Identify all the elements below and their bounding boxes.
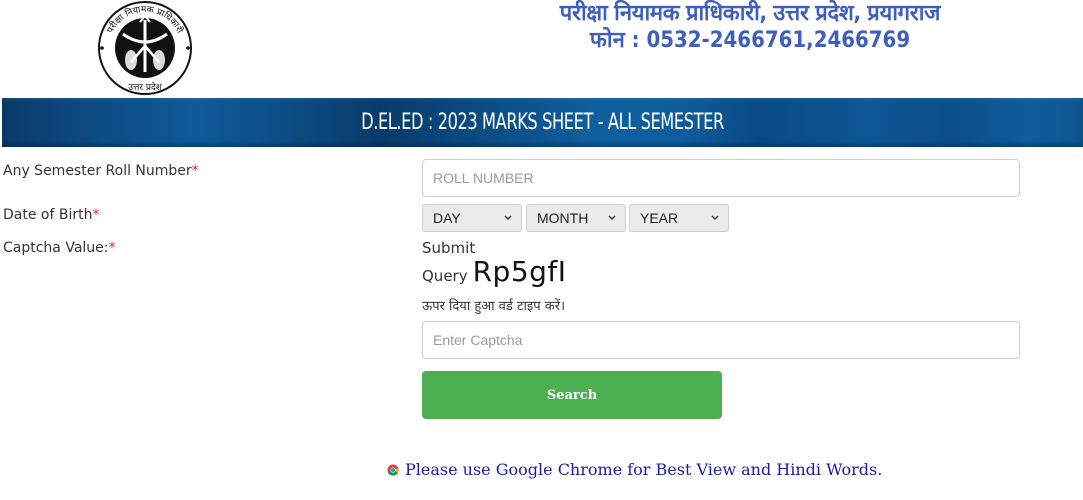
page-title: D.EL.ED : 2023 MARKS SHEET - ALL SEMESTE…: [361, 110, 724, 135]
month-select-value: MONTH: [537, 210, 589, 226]
browser-note: Please use Google Chrome for Best View a…: [387, 460, 882, 479]
browser-note-text: Please use Google Chrome for Best View a…: [405, 460, 883, 479]
phone-number: फोन : 0532-2466761,2466769: [589, 28, 911, 53]
roll-number-label-text: Any Semester Roll Number: [3, 163, 192, 179]
roll-number-label: Any Semester Roll Number*: [3, 163, 199, 179]
marksheet-page: परीक्षा नियामक प्राधिकारी उत्तर प्रदेश प…: [0, 0, 1083, 500]
dob-label: Date of Birth*: [3, 207, 99, 223]
uttar-pradesh-emblem-icon: परीक्षा नियामक प्राधिकारी उत्तर प्रदेश: [98, 1, 192, 95]
search-button[interactable]: Search: [422, 371, 722, 419]
captcha-label-text: Captcha Value:: [3, 240, 109, 256]
chrome-icon: [387, 464, 399, 476]
year-select-value: YEAR: [640, 210, 679, 226]
title-banner: D.EL.ED : 2023 MARKS SHEET - ALL SEMESTE…: [2, 98, 1083, 147]
org-name: परीक्षा नियामक प्राधिकारी, उत्तर प्रदेश,…: [559, 1, 941, 26]
captcha-display: Query Rp5gfI: [422, 255, 567, 288]
required-mark: *: [108, 240, 116, 256]
year-select[interactable]: YEAR: [629, 204, 729, 232]
dob-label-text: Date of Birth: [3, 207, 93, 223]
chevron-down-icon: [711, 215, 719, 220]
required-mark: *: [92, 207, 100, 223]
day-select[interactable]: DAY: [422, 204, 522, 232]
chevron-down-icon: [504, 215, 512, 220]
required-mark: *: [191, 163, 199, 179]
captcha-input[interactable]: [422, 321, 1020, 359]
month-select[interactable]: MONTH: [526, 204, 626, 232]
logo-bottom-text: उत्तर प्रदेश: [128, 81, 163, 93]
captcha-hint: ऊपर दिया हुआ वर्ड टाइप करें।: [422, 299, 566, 314]
chevron-down-icon: [608, 215, 616, 220]
captcha-label: Captcha Value:*: [3, 240, 116, 256]
captcha-code: Rp5gfI: [472, 255, 567, 288]
day-select-value: DAY: [433, 210, 461, 226]
logo: परीक्षा नियामक प्राधिकारी उत्तर प्रदेश: [95, 0, 195, 97]
captcha-image-alt-query: Query: [422, 267, 468, 285]
roll-number-input[interactable]: [422, 159, 1020, 197]
header: परीक्षा नियामक प्राधिकारी, उत्तर प्रदेश,…: [470, 0, 1030, 54]
